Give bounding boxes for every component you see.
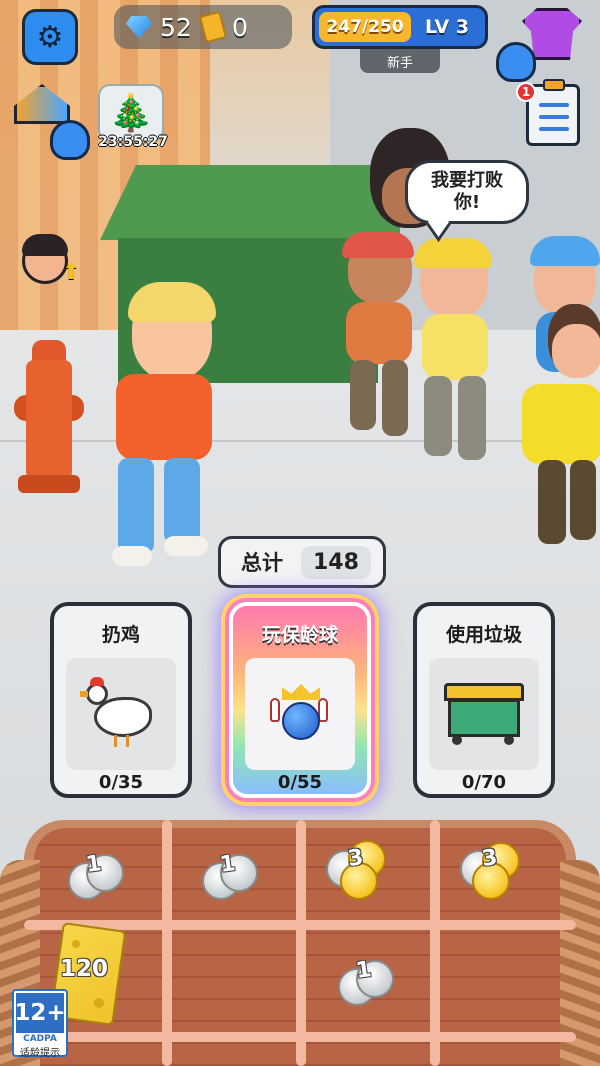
coin-stack[interactable]: 1	[64, 846, 134, 906]
card-progress: 0/70	[461, 772, 507, 793]
age-rating: 12+	[14, 993, 66, 1033]
house-icon	[14, 84, 70, 124]
gear-icon: ⚙	[36, 19, 64, 55]
gang-member-red-cap	[340, 232, 420, 452]
ticket-count: 0	[232, 12, 248, 42]
notification-badge: 1	[516, 82, 536, 102]
coin-stack[interactable]: 1	[334, 952, 404, 1012]
up-arrow-icon: ⬆	[62, 260, 81, 285]
total-counter: 总计 148	[218, 536, 386, 588]
gem-count: 52	[160, 12, 192, 42]
gang-member-girl	[512, 304, 600, 566]
dumpster-lid	[100, 165, 400, 240]
card-image	[429, 658, 539, 770]
coin-stack[interactable]: 3	[326, 840, 396, 900]
speech-line-2: 你!	[453, 192, 481, 213]
coin-stack[interactable]: 3	[460, 840, 530, 900]
coin-value: 1	[218, 851, 237, 878]
level-label: LV 3	[425, 16, 470, 38]
age-rating-badge: 12+ CADPA 适龄提示	[12, 989, 68, 1059]
coin-value: 1	[354, 957, 373, 984]
home-upgrade-button[interactable]	[12, 80, 90, 160]
player-character	[110, 282, 220, 572]
card-title: 使用垃圾	[445, 624, 522, 646]
action-card-bowling[interactable]: 玩保龄球 0/55	[229, 602, 371, 798]
character-upgrade-button[interactable]: ⬆	[18, 232, 80, 290]
coin-value: 3	[480, 845, 499, 872]
card-image	[245, 658, 355, 770]
gem-icon	[126, 16, 152, 38]
christmas-tree-icon: 🎄	[108, 93, 154, 134]
coin-stack[interactable]: 1	[198, 846, 268, 906]
ticket-icon	[198, 10, 228, 44]
bowling-icon	[270, 684, 330, 744]
card-image	[66, 658, 176, 770]
dumpster-icon	[444, 679, 524, 749]
action-card-use-trash[interactable]: 使用垃圾 0/70	[413, 602, 555, 798]
event-timer: 23:55:27	[98, 134, 168, 150]
speech-line-1: 我要打败	[431, 169, 503, 191]
fire-hydrant	[14, 340, 84, 495]
currency-bar: 52 0	[114, 5, 292, 49]
chicken-icon	[80, 677, 156, 749]
level-bar[interactable]: 247/250 LV 3	[312, 5, 488, 49]
speech-bubble: 我要打败 你!	[405, 160, 529, 224]
exp-progress: 247/250	[319, 12, 411, 42]
card-progress: 0/55	[277, 772, 323, 793]
coin-value: 1	[84, 851, 103, 878]
coin-value: 3	[346, 845, 365, 872]
rank-label: 新手	[360, 49, 440, 73]
tap-hand-icon	[50, 120, 90, 160]
wardrobe-button[interactable]	[496, 8, 584, 82]
total-value: 148	[301, 545, 371, 579]
action-card-throw-chicken[interactable]: 扔鸡 0/35	[50, 602, 192, 798]
card-title: 玩保龄球	[261, 624, 338, 646]
card-progress: 0/35	[98, 772, 144, 793]
total-label: 总计	[241, 551, 283, 575]
curb-line	[0, 440, 600, 442]
cash-value: 120	[60, 956, 109, 982]
settings-button[interactable]: ⚙	[22, 9, 78, 65]
gang-member-yellow-cap	[410, 238, 500, 478]
card-title: 扔鸡	[101, 624, 140, 646]
tasks-button[interactable]: 1	[516, 79, 584, 150]
tap-hand-icon	[496, 42, 536, 82]
rating-org: CADPA	[23, 1034, 57, 1044]
age-tip: 适龄提示	[20, 1048, 60, 1059]
